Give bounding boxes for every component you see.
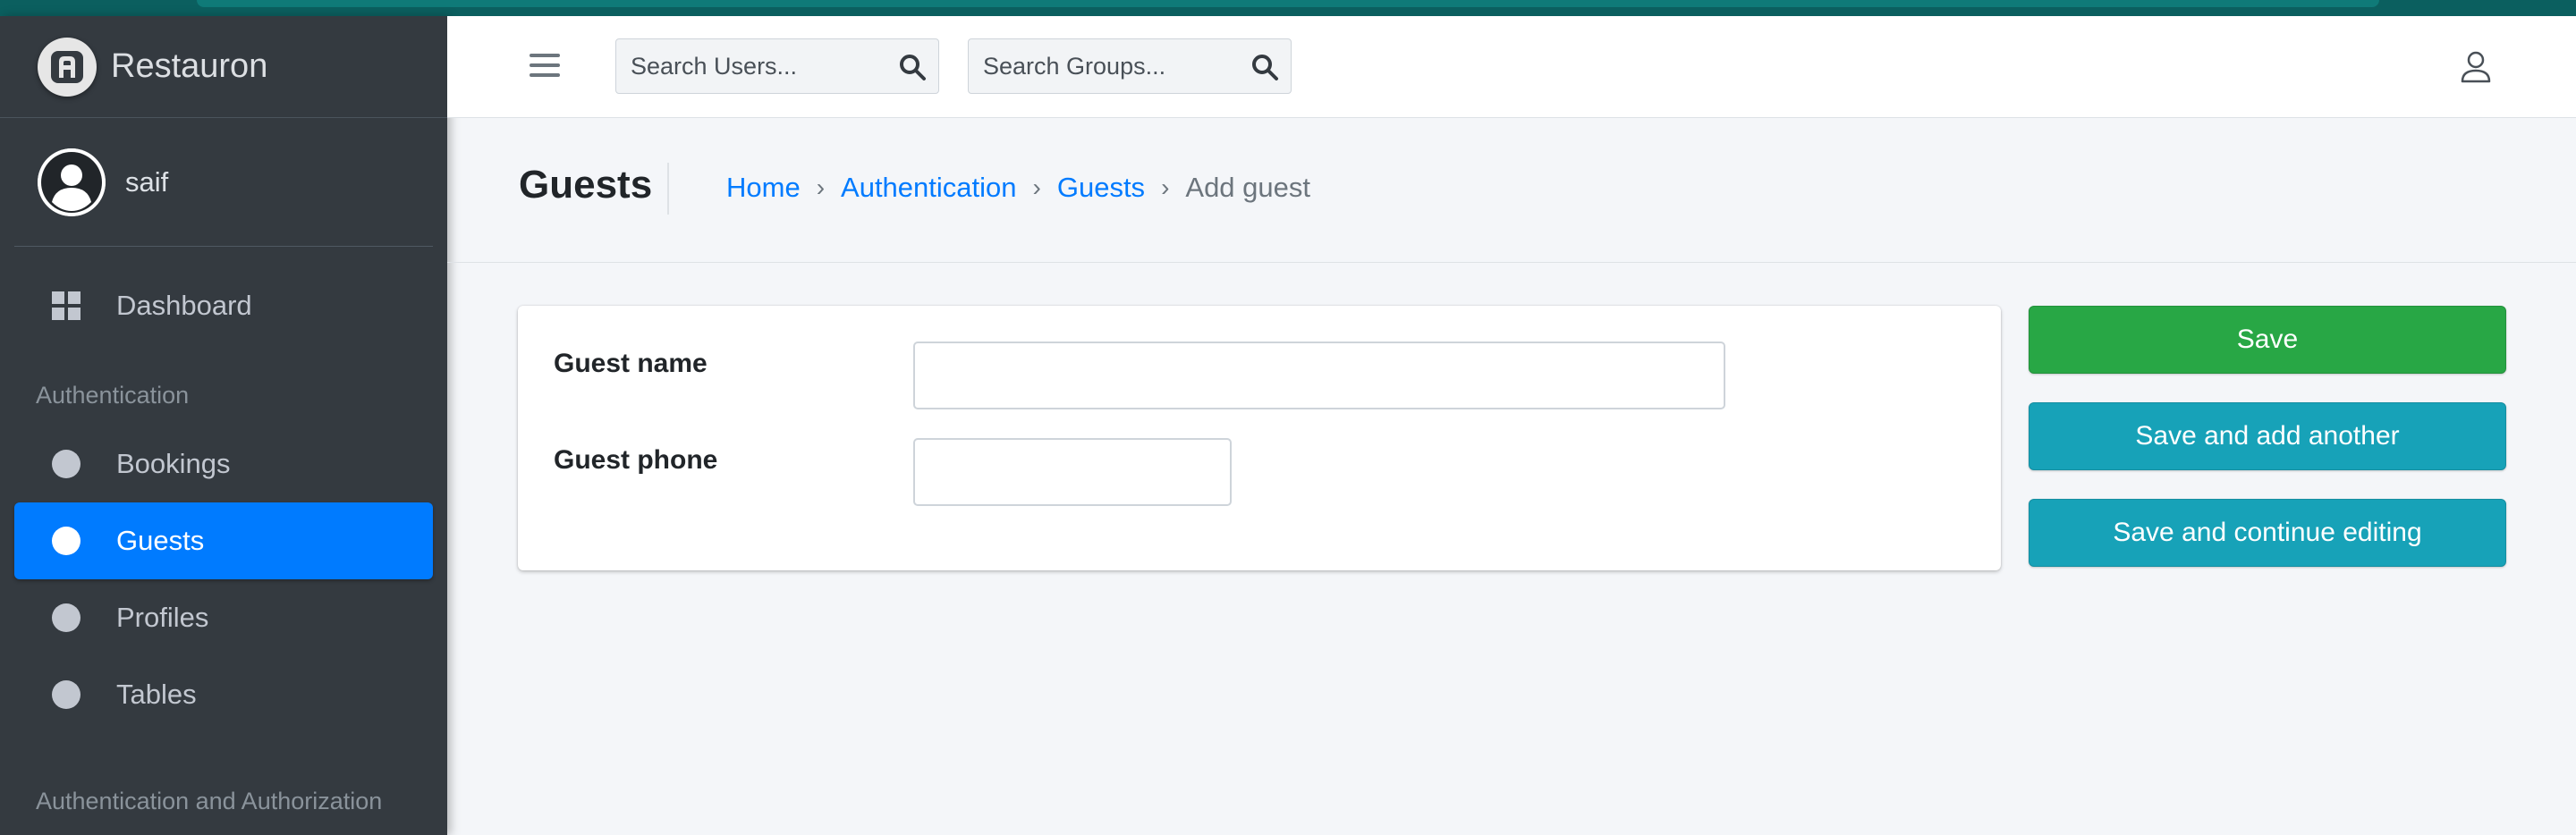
search-groups-input[interactable] [969,39,1228,93]
search-icon[interactable] [897,52,928,82]
submit-row: Save Save and add another Save and conti… [2029,306,2506,595]
brand-logo-icon [38,37,97,97]
guest-form-card: Guest name Guest phone [518,306,2001,570]
breadcrumb-separator: › [1161,173,1170,201]
guest-phone-label: Guest phone [554,445,718,475]
guest-name-input[interactable] [913,342,1725,409]
user-menu-icon[interactable] [2458,48,2494,84]
browser-tab-strip [197,0,2379,7]
breadcrumb-separator: › [816,173,826,201]
save-button[interactable]: Save [2029,306,2506,374]
sidebar-item-label: Bookings [116,448,231,479]
sidebar-item-label: Profiles [116,602,209,633]
content-header: Guests Home › Authentication › Guests › … [447,118,2576,263]
sidebar-section-auth-authorization: Authentication and Authorization [36,788,383,814]
breadcrumb-current: Add guest [1185,172,1310,203]
sidebar-item-guests[interactable]: Guests [14,502,433,579]
guest-phone-input[interactable] [913,438,1232,506]
search-groups-form [968,38,1292,94]
brand-name: Restauron [111,47,268,85]
sidebar-item-profiles[interactable]: Profiles [14,579,433,656]
title-divider [667,163,669,215]
sidebar-item-label: Dashboard [116,290,252,321]
user-avatar-icon [38,148,106,216]
save-and-add-another-button[interactable]: Save and add another [2029,402,2506,470]
brand-link[interactable]: Restauron [0,16,447,118]
circle-icon [50,679,82,711]
form-row-guest-name: Guest name [554,342,1725,409]
sidebar-item-tables[interactable]: Tables [14,656,433,733]
sidebar-item-label: Tables [116,679,197,710]
sidebar-item-label: Guests [116,525,205,556]
page-title: Guests [519,163,653,207]
user-panel[interactable]: saif [14,118,433,247]
user-name: saif [125,165,169,198]
browser-top-strip [0,0,2576,16]
form-row-guest-phone: Guest phone [554,438,1232,506]
circle-icon [50,525,82,557]
top-navbar [447,16,2576,118]
hamburger-menu-icon[interactable] [530,50,560,80]
dashboard-icon [50,290,82,322]
guest-name-label: Guest name [554,349,708,378]
breadcrumb-separator: › [1032,173,1041,201]
save-and-continue-editing-button[interactable]: Save and continue editing [2029,499,2506,567]
sidebar: Restauron saif Dashboard Authentication … [0,16,447,835]
sidebar-item-dashboard[interactable]: Dashboard [14,270,433,342]
circle-icon [50,602,82,634]
sidebar-nav: Dashboard Authentication Bookings Guests… [0,247,447,826]
sidebar-item-bookings[interactable]: Bookings [14,426,433,502]
breadcrumb: Home › Authentication › Guests › Add gue… [726,172,1310,204]
breadcrumb-authentication[interactable]: Authentication [841,172,1016,204]
sidebar-section-authentication: Authentication [36,382,190,409]
search-users-input[interactable] [616,39,876,93]
search-users-form [615,38,939,94]
breadcrumb-home[interactable]: Home [726,172,801,204]
circle-icon [50,448,82,480]
breadcrumb-guests[interactable]: Guests [1057,172,1145,204]
search-icon[interactable] [1250,52,1280,82]
